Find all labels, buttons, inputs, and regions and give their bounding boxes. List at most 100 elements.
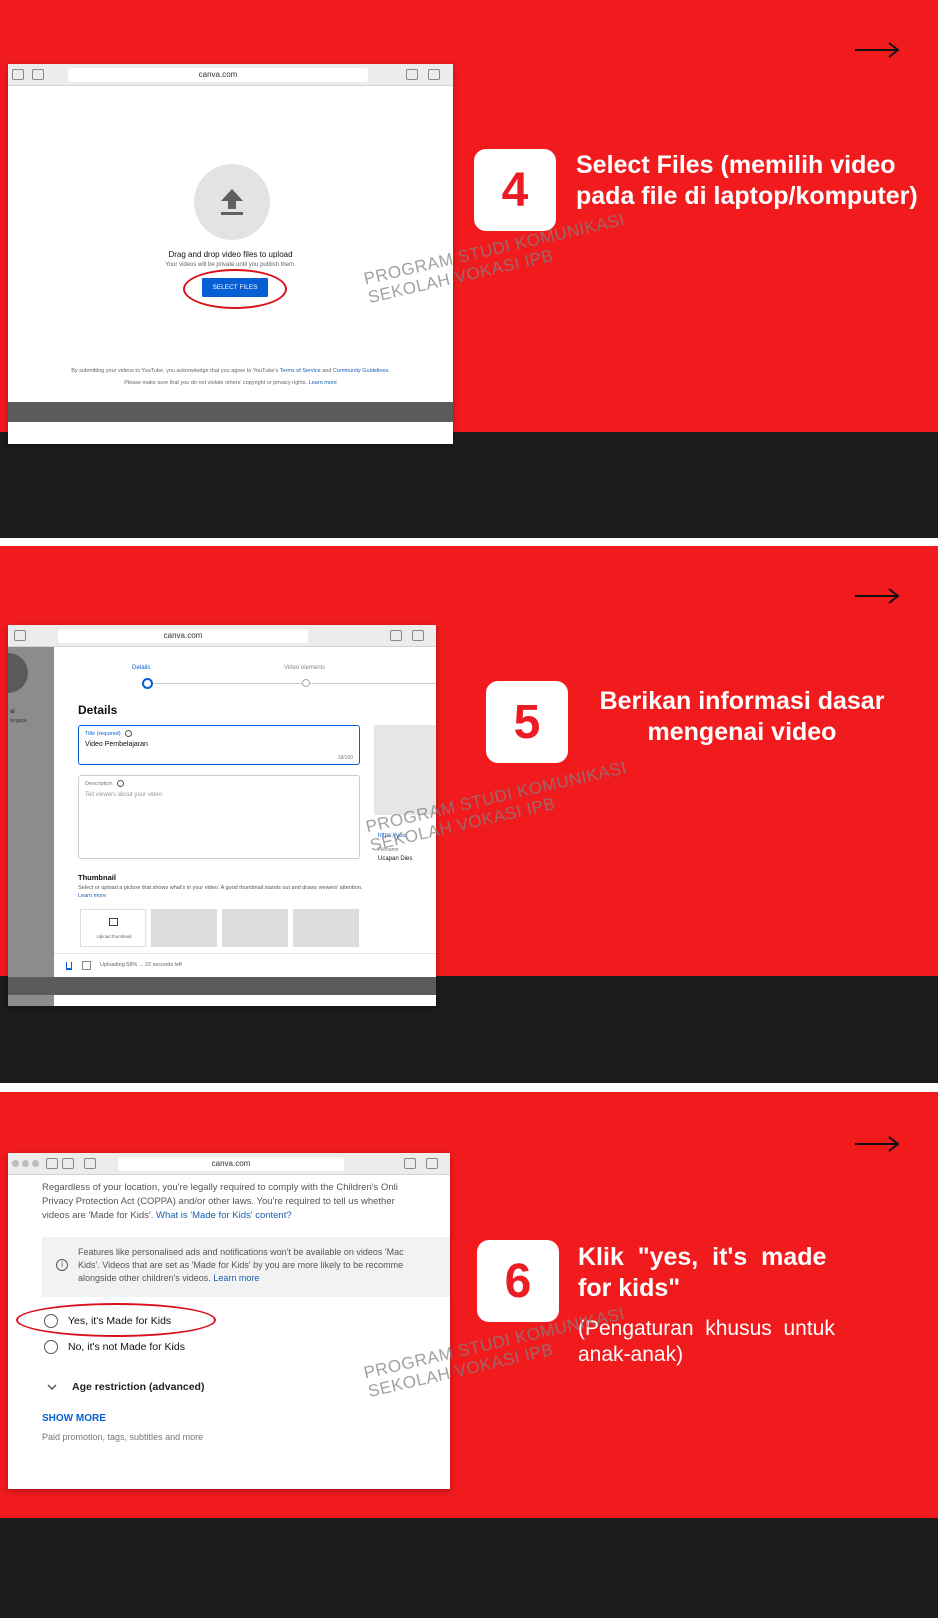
browser-toolbar: canva.com (8, 625, 436, 647)
forward-icon[interactable] (12, 69, 24, 80)
stepper-current-icon (142, 678, 153, 689)
description-label-text: Description (85, 780, 113, 787)
drag-drop-text: Drag and drop video files to upload (168, 250, 293, 259)
url-bar[interactable]: canva.com (68, 68, 368, 82)
thumbnail-option[interactable] (293, 909, 359, 947)
step-title-line-2: mengenai video (647, 718, 837, 746)
next-arrow-icon[interactable] (854, 586, 900, 606)
help-icon[interactable] (125, 730, 133, 737)
channel-sub-partial: tergaya (10, 718, 27, 724)
terms-of-service-link[interactable]: Terms of Service (280, 368, 321, 374)
title-field[interactable]: Title (required) Video Pembelajaran 18/1… (78, 725, 360, 765)
details-modal: Details Video elements Details Title (re… (54, 647, 436, 977)
stepper-next-icon (302, 679, 310, 687)
share-icon[interactable] (406, 69, 418, 80)
title-value: Video Pembelajaran (85, 741, 148, 748)
radio-no-circle[interactable] (44, 1340, 58, 1354)
tab-details[interactable]: Details (132, 665, 150, 671)
window-close-icon[interactable] (12, 1160, 19, 1167)
terms-line-1: By submitting your videos to YouTube, yo… (8, 368, 453, 374)
title-char-count: 18/100 (337, 755, 353, 761)
step-title-line-1: Berikan informasi dasar (599, 687, 885, 715)
step-title-line-1: Select Files (memilih video (576, 151, 896, 179)
chevron-down-icon (47, 1384, 57, 1391)
info-learn-more-link[interactable]: Learn more (213, 1273, 259, 1283)
highlight-ellipse (183, 269, 287, 309)
info-line-3: alongside other children's videos. (78, 1273, 211, 1283)
thumbnail-option[interactable] (151, 909, 217, 947)
help-icon[interactable] (117, 780, 125, 787)
back-icon[interactable] (46, 1158, 58, 1169)
info-line-2: Kids'. Videos that are set as 'Made for … (78, 1260, 404, 1270)
tab-video-elements[interactable]: Video elements (284, 665, 325, 671)
description-placeholder: Tell viewers about your video (85, 792, 163, 798)
thumbnail-option[interactable] (222, 909, 288, 947)
terms-and: and (322, 368, 332, 374)
step-number-badge: 6 (477, 1240, 559, 1322)
thumbnail-heading: Thumbnail (78, 873, 116, 882)
age-restriction-toggle[interactable]: Age restriction (advanced) (46, 1379, 204, 1395)
add-image-icon (109, 918, 118, 926)
slide-step-6: canva.com Regardless of your location, y… (0, 1092, 938, 1618)
dark-band (0, 1518, 938, 1618)
window-minimize-icon[interactable] (22, 1160, 29, 1167)
forward-icon[interactable] (62, 1158, 74, 1169)
slide-step-5: canva.com al tergaya Details Video eleme… (0, 546, 938, 1083)
upload-circle[interactable] (194, 164, 270, 240)
window-zoom-icon[interactable] (32, 1160, 39, 1167)
tabs-icon[interactable] (426, 1158, 438, 1169)
info-text: Features like personalised ads and notif… (78, 1246, 404, 1285)
upload-thumbnail-button[interactable]: Upload thumbnail (80, 909, 146, 947)
upload-status-icon[interactable] (66, 962, 72, 970)
terms-line-2: Please make sure that you do not violate… (8, 380, 453, 386)
show-more-button[interactable]: SHOW MORE (42, 1413, 106, 1424)
slide-step-4: canva.com Drag and drop video files to u… (0, 0, 938, 538)
next-arrow-icon[interactable] (854, 40, 900, 60)
tabs-icon[interactable] (412, 630, 424, 641)
step-title: Select Files (memilih video pada file di… (576, 150, 918, 212)
tabs-icon[interactable] (428, 69, 440, 80)
browser-window: canva.com Regardless of your location, y… (8, 1153, 450, 1489)
share-icon[interactable] (404, 1158, 416, 1169)
description-label: Description (85, 780, 125, 787)
upload-thumbnail-label: Upload thumbnail (96, 934, 132, 939)
thumbnail-learn-more-link[interactable]: Learn more (78, 893, 106, 899)
step-subtitle-line-2: anak-anak) (578, 1343, 684, 1366)
url-bar[interactable]: canva.com (58, 629, 308, 643)
info-line-1: Features like personalised ads and notif… (78, 1247, 404, 1257)
title-label: Title (required) (85, 730, 133, 737)
community-guidelines-link[interactable]: Community Guidelines. (333, 368, 390, 374)
radio-no[interactable]: No, it's not Made for Kids (44, 1339, 185, 1355)
info-box: i Features like personalised ads and not… (42, 1237, 450, 1297)
browser-toolbar: canva.com (8, 64, 453, 86)
details-heading: Details (78, 703, 118, 717)
step-number-badge: 4 (474, 149, 556, 231)
coppa-line-1: Regardless of your location, you're lega… (42, 1182, 398, 1193)
highlight-ellipse (16, 1303, 216, 1337)
learn-more-link[interactable]: Learn more (309, 380, 337, 386)
copyright-text: Please make sure that you do not violate… (124, 380, 308, 386)
bottom-bar (8, 402, 453, 422)
video-preview (374, 725, 436, 815)
radio-no-label: No, it's not Made for Kids (68, 1341, 185, 1353)
upload-status-text: Uploading 58% ... 22 seconds left (100, 962, 182, 968)
channel-avatar (8, 653, 28, 693)
url-bar[interactable]: canva.com (118, 1157, 344, 1171)
browser-toolbar: canva.com (8, 1153, 450, 1175)
hd-status-icon[interactable] (82, 961, 91, 970)
sidebar-icon[interactable] (84, 1158, 96, 1169)
title-label-text: Title (required) (85, 730, 121, 737)
sidebar-icon[interactable] (14, 630, 26, 641)
coppa-paragraph: Regardless of your location, you're lega… (42, 1181, 450, 1223)
share-icon[interactable] (390, 630, 402, 641)
info-icon: i (56, 1259, 68, 1271)
made-for-kids-info-link[interactable]: What is 'Made for Kids' content? (156, 1210, 292, 1221)
background-panel: al tergaya (8, 647, 54, 1006)
next-arrow-icon[interactable] (854, 1134, 900, 1154)
age-restriction-label: Age restriction (advanced) (72, 1381, 205, 1393)
filename-value: Ucapan Dies (378, 856, 413, 862)
description-field[interactable]: Description Tell viewers about your vide… (78, 775, 360, 859)
sidebar-icon[interactable] (32, 69, 44, 80)
bottom-bar (8, 977, 436, 995)
step-title-line-1: Klik "yes, it's made (578, 1243, 827, 1271)
